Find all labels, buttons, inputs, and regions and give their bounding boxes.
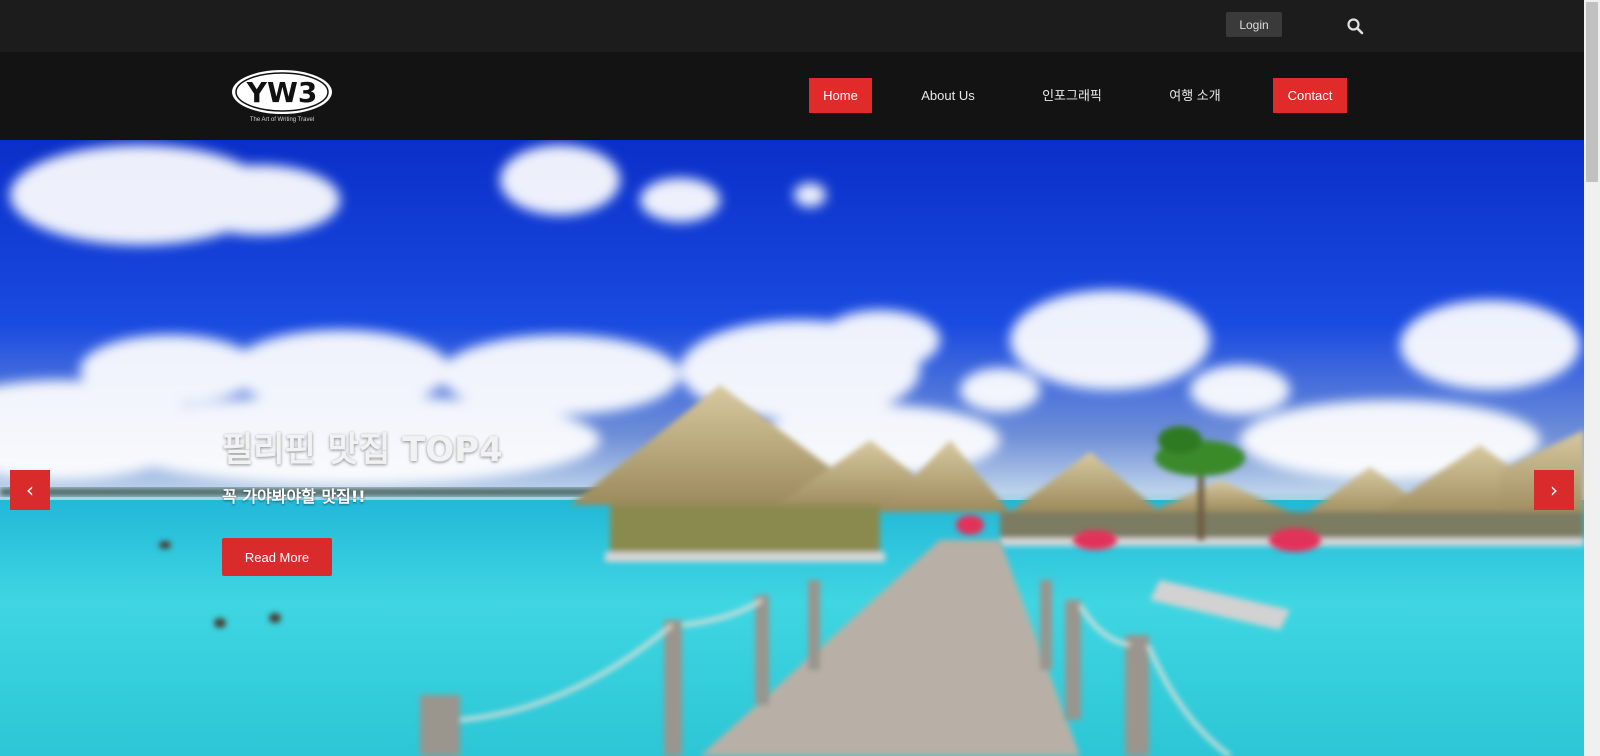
hero-subtitle: 꼭 가야봐야할 맛집!! <box>222 487 366 506</box>
carousel-prev-button[interactable]: ‹ <box>10 470 50 510</box>
read-more-button[interactable]: Read More <box>222 538 332 576</box>
logo-subtext: The Art of Writing Travel <box>250 117 314 123</box>
chevron-right-icon: › <box>1550 478 1558 502</box>
login-button[interactable]: Login <box>1226 12 1282 37</box>
logo-text: YW3 <box>246 76 318 109</box>
nav-item-home[interactable]: Home <box>809 78 872 113</box>
nav-item-travel-intro[interactable]: 여행 소개 <box>1155 78 1235 113</box>
hero-title: 필리핀 맛집 TOP4 <box>222 430 503 470</box>
nav-item-infographic[interactable]: 인포그래픽 <box>1025 78 1119 113</box>
hero-carousel: 필리핀 맛집 TOP4 꼭 가야봐야할 맛집!! Read More ‹ › <box>0 140 1584 756</box>
main-navbar: YW3 The Art of Writing Travel Home About… <box>0 52 1584 140</box>
carousel-next-button[interactable]: › <box>1534 470 1574 510</box>
nav-item-contact[interactable]: Contact <box>1273 78 1347 113</box>
chevron-left-icon: ‹ <box>26 478 34 502</box>
scrollbar-thumb[interactable] <box>1586 2 1598 182</box>
site-logo[interactable]: YW3 The Art of Writing Travel <box>230 68 334 124</box>
page-scrollbar[interactable] <box>1584 0 1600 756</box>
nav-item-about-us[interactable]: About Us <box>907 78 989 113</box>
search-icon[interactable] <box>1346 17 1364 35</box>
top-utility-bar: Login <box>0 0 1584 52</box>
